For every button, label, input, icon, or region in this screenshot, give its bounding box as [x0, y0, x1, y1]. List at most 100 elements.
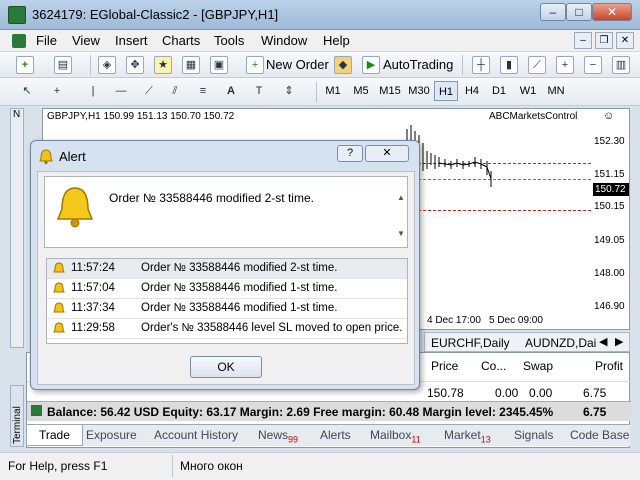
- menu-help[interactable]: Help: [323, 33, 350, 48]
- alert-time: 11:57:04: [71, 282, 115, 294]
- close-button[interactable]: ✕: [592, 3, 632, 21]
- price-label: 148.00: [594, 268, 625, 279]
- menu-tools[interactable]: Tools: [214, 33, 244, 48]
- alert-text: Order № 33588446 modified 2-st time.: [141, 262, 338, 274]
- large-bell-icon: [56, 187, 94, 228]
- chart-window-icon: [12, 34, 26, 48]
- balance-icon: [31, 405, 42, 416]
- cursor-icon[interactable]: ↖: [18, 83, 36, 101]
- fibonacci-icon[interactable]: ≡: [194, 83, 212, 101]
- metaeditor-icon[interactable]: ◆: [334, 56, 352, 74]
- tab-scroll-left-icon[interactable]: ◀: [599, 335, 607, 348]
- timeframe-m1[interactable]: M1: [320, 81, 346, 101]
- arrows-icon[interactable]: ⇕: [280, 83, 298, 101]
- ok-button[interactable]: OK: [190, 356, 262, 378]
- profiles-icon[interactable]: ▤: [54, 56, 72, 74]
- new-order-button[interactable]: New Order: [266, 57, 329, 72]
- text-label-icon[interactable]: T: [250, 83, 268, 101]
- tile-windows-icon[interactable]: ▥: [612, 56, 630, 74]
- new-chart-icon[interactable]: +: [16, 56, 34, 74]
- balance-summary: Balance: 56.42 USD Equity: 63.17 Margin:…: [47, 405, 554, 419]
- alert-text: Order № 33588446 modified 1-st time.: [141, 282, 338, 294]
- horizontal-line-icon[interactable]: —: [112, 83, 130, 101]
- menu-view[interactable]: View: [72, 33, 100, 48]
- strategy-tester-icon[interactable]: ▣: [210, 56, 228, 74]
- list-item[interactable]: 11:29:58 Order's № 33588446 level SL mov…: [47, 319, 407, 339]
- price-label: 152.30: [594, 136, 625, 147]
- crosshair-icon[interactable]: +: [48, 83, 66, 101]
- autotrading-button[interactable]: AutoTrading: [383, 57, 453, 72]
- tab-code-base[interactable]: Code Base: [570, 428, 629, 442]
- timeframe-mn[interactable]: MN: [543, 81, 569, 101]
- navigator-icon[interactable]: ★: [154, 56, 172, 74]
- terminal-strip[interactable]: Terminal: [10, 385, 24, 447]
- time-label: 5 Dec 09:00: [489, 315, 543, 326]
- tab-market[interactable]: Market13: [444, 428, 491, 444]
- tab-exposure[interactable]: Exposure: [86, 428, 137, 442]
- status-profile[interactable]: Много окон: [180, 459, 243, 473]
- vertical-line-icon[interactable]: |: [84, 83, 102, 101]
- smiley-icon: ☺: [603, 110, 615, 122]
- mdi-close-button[interactable]: ✕: [616, 32, 634, 49]
- timeframe-m15[interactable]: M15: [376, 81, 404, 101]
- bell-icon: [53, 302, 65, 313]
- menu-charts[interactable]: Charts: [162, 33, 200, 48]
- chart-tab-audnzd[interactable]: AUDNZD,Dai: [525, 336, 596, 350]
- timeframe-h1[interactable]: H1: [434, 81, 458, 101]
- timeframe-m5[interactable]: M5: [348, 81, 374, 101]
- list-item[interactable]: 11:37:34 Order № 33588446 modified 1-st …: [47, 299, 407, 319]
- new-order-icon[interactable]: +: [246, 56, 264, 74]
- column-header-swap[interactable]: Swap: [523, 359, 553, 373]
- tab-count: 11: [411, 434, 421, 445]
- trendline-icon[interactable]: ⟋: [140, 83, 158, 101]
- alert-help-button[interactable]: ?: [337, 145, 363, 162]
- zoom-out-icon[interactable]: −: [584, 56, 602, 74]
- crosshair-navigator-icon[interactable]: ✥: [126, 56, 144, 74]
- tab-mailbox[interactable]: Mailbox11: [370, 428, 421, 444]
- zoom-in-icon[interactable]: +: [556, 56, 574, 74]
- alert-body: Order № 33588446 modified 2-st time. ▲ ▼…: [37, 171, 415, 385]
- tab-signals[interactable]: Signals: [514, 428, 553, 442]
- list-item[interactable]: 11:57:04 Order № 33588446 modified 1-st …: [47, 279, 407, 299]
- scroll-up-icon[interactable]: ▲: [397, 193, 405, 202]
- minimize-button[interactable]: –: [540, 3, 566, 21]
- alert-history-list: 11:57:24 Order № 33588446 modified 2-st …: [46, 258, 408, 344]
- menu-file[interactable]: File: [36, 33, 57, 48]
- tab-scroll-right-icon[interactable]: ▶: [615, 335, 623, 348]
- tab-alerts[interactable]: Alerts: [320, 428, 351, 442]
- tab-news[interactable]: News99: [258, 428, 298, 444]
- tab-account-history[interactable]: Account History: [154, 428, 238, 442]
- price-label: 149.05: [594, 235, 625, 246]
- toolbar-separator: [316, 82, 317, 102]
- navigator-strip-label: N: [13, 109, 21, 120]
- candlestick-icon[interactable]: ▮: [500, 56, 518, 74]
- column-header-commission[interactable]: Co...: [481, 359, 506, 373]
- timeframe-d1[interactable]: D1: [487, 81, 511, 101]
- tab-label: Account History: [154, 428, 239, 442]
- column-header-profit[interactable]: Profit: [595, 359, 623, 373]
- menu-insert[interactable]: Insert: [115, 33, 148, 48]
- timeframe-w1[interactable]: W1: [515, 81, 541, 101]
- mdi-restore-button[interactable]: ❐: [595, 32, 613, 49]
- price-label: 151.15: [594, 169, 625, 180]
- equidistant-channel-icon[interactable]: ⫽: [166, 83, 184, 101]
- chart-tab-eurchf[interactable]: EURCHF,Daily: [431, 336, 510, 350]
- tab-trade[interactable]: Trade: [26, 425, 83, 446]
- line-chart-icon[interactable]: ⟋: [528, 56, 546, 74]
- navigator-strip[interactable]: N: [10, 108, 24, 348]
- list-item[interactable]: 11:57:24 Order № 33588446 modified 2-st …: [47, 259, 407, 279]
- terminal-icon[interactable]: ▦: [182, 56, 200, 74]
- scroll-down-icon[interactable]: ▼: [397, 229, 405, 238]
- timeframe-h4[interactable]: H4: [460, 81, 484, 101]
- market-watch-icon[interactable]: ◈: [98, 56, 116, 74]
- bar-chart-icon[interactable]: ┼: [472, 56, 490, 74]
- alert-close-button[interactable]: ✕: [365, 145, 409, 162]
- maximize-button[interactable]: □: [566, 3, 592, 21]
- text-icon[interactable]: A: [222, 83, 240, 101]
- column-header-price[interactable]: Price: [431, 359, 458, 373]
- menu-window[interactable]: Window: [261, 33, 307, 48]
- current-price-tag: 150.72: [593, 183, 629, 196]
- autotrading-icon[interactable]: ▶: [362, 56, 380, 74]
- mdi-minimize-button[interactable]: –: [574, 32, 592, 49]
- timeframe-m30[interactable]: M30: [405, 81, 433, 101]
